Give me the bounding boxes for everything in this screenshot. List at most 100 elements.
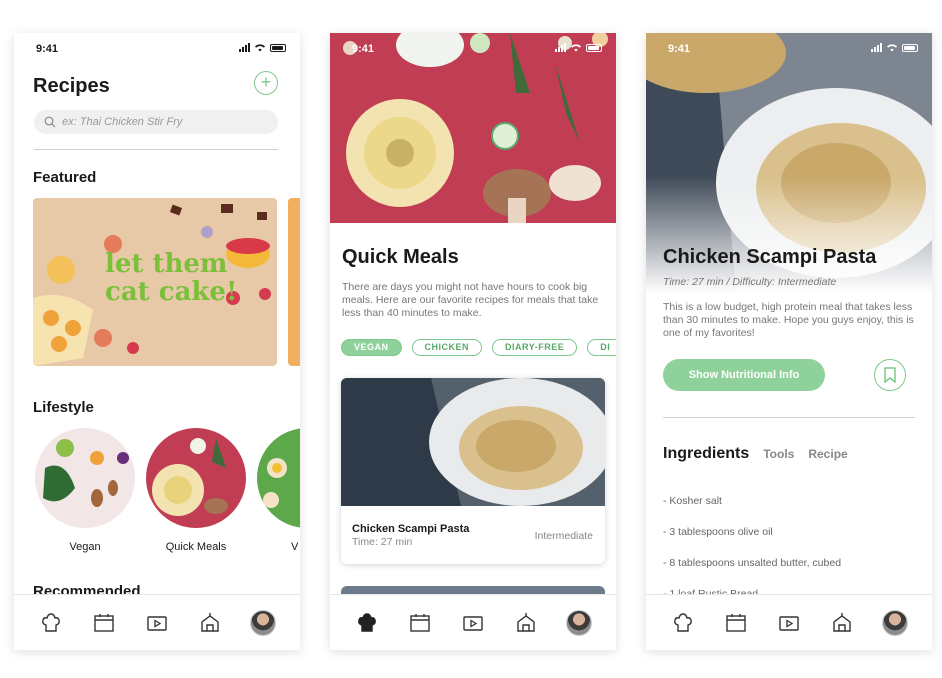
- chip-partial[interactable]: DI: [587, 339, 616, 356]
- tab-recipes[interactable]: [669, 609, 697, 637]
- chip-vegan[interactable]: VEGAN: [341, 339, 402, 356]
- tab-ingredients[interactable]: Ingredients: [663, 445, 749, 463]
- recipe-card-title: Chicken Scampi Pasta: [352, 523, 470, 535]
- recipe-title: Chicken Scampi Pasta: [663, 246, 877, 268]
- recipe-detail-screen: 9:41 Chicken Scampi Pasta Time: 27 min /…: [646, 33, 932, 650]
- lifestyle-quick-meals-image[interactable]: [146, 428, 246, 528]
- chip-chicken[interactable]: CHICKEN: [411, 339, 483, 356]
- search-input[interactable]: [62, 116, 262, 128]
- video-icon: [147, 615, 167, 631]
- tab-videos[interactable]: [459, 609, 487, 637]
- page-title: Recipes: [33, 75, 110, 97]
- tab-bar: [646, 594, 932, 650]
- tab-recipes[interactable]: [353, 609, 381, 637]
- add-recipe-button[interactable]: +: [254, 71, 278, 95]
- chef-hat-icon: [673, 612, 692, 632]
- signal-icon: [871, 43, 882, 52]
- tab-market[interactable]: [828, 609, 856, 637]
- tab-bar: [330, 594, 616, 650]
- recipes-screen: 9:41 Recipes + Featured let themcat cake…: [14, 33, 300, 650]
- tab-profile[interactable]: [565, 609, 593, 637]
- page-description: There are days you might not have hours …: [342, 281, 599, 319]
- video-icon: [463, 615, 483, 631]
- wifi-icon: [571, 44, 581, 52]
- bookmark-button[interactable]: [874, 359, 906, 391]
- avatar: [882, 609, 909, 636]
- avatar: [566, 609, 593, 636]
- bookmark-icon: [884, 367, 896, 383]
- status-time: 9:41: [668, 43, 691, 55]
- video-icon: [779, 615, 799, 631]
- recipe-card-time: Time: 27 min: [352, 536, 413, 548]
- tab-market[interactable]: [512, 609, 540, 637]
- filter-chips: VEGAN CHICKEN DIARY-FREE DI: [341, 339, 616, 356]
- headline-line-2: cat cake!: [105, 277, 238, 307]
- status-time: 9:41: [352, 43, 375, 55]
- tab-market[interactable]: [196, 609, 224, 637]
- featured-card[interactable]: let them cat cake!: [33, 198, 277, 366]
- tab-calendar[interactable]: [90, 609, 118, 637]
- tab-tools[interactable]: Tools: [763, 447, 794, 461]
- featured-card-next[interactable]: [288, 198, 300, 366]
- ingredient-item: - 8 tablespoons unsalted butter, cubed: [663, 557, 842, 569]
- search-icon: [44, 116, 56, 128]
- headline-line-1: let them: [105, 249, 228, 279]
- status-bar: 9:41: [14, 33, 300, 63]
- battery-icon: [586, 43, 602, 52]
- tab-profile[interactable]: [881, 609, 909, 637]
- battery-icon: [270, 43, 286, 52]
- featured-heading: Featured: [33, 169, 97, 186]
- third-illustration: [263, 458, 287, 508]
- status-time: 9:41: [36, 43, 59, 55]
- recipe-card-difficulty: Intermediate: [534, 530, 593, 542]
- wifi-icon: [255, 44, 265, 52]
- page-title: Quick Meals: [342, 246, 459, 268]
- search-bar[interactable]: [34, 110, 278, 134]
- lifestyle-label-quick-meals: Quick Meals: [165, 541, 227, 553]
- status-bar: 9:41: [330, 33, 616, 63]
- tab-recipes[interactable]: [37, 609, 65, 637]
- chef-hat-icon: [357, 612, 376, 632]
- quick-meals-screen: 9:41 Quick Meals There are days you migh…: [330, 33, 616, 650]
- status-icons: [555, 43, 602, 52]
- tab-videos[interactable]: [775, 609, 803, 637]
- tab-calendar[interactable]: [722, 609, 750, 637]
- divider: [663, 417, 915, 418]
- market-icon: [517, 612, 535, 632]
- recipe-meta: Time: 27 min / Difficulty: Intermediate: [663, 276, 837, 288]
- plus-icon: +: [260, 72, 272, 92]
- market-icon: [833, 612, 851, 632]
- tab-bar: [14, 594, 300, 650]
- featured-headline: let them cat cake!: [105, 250, 237, 306]
- vegan-illustration: [43, 439, 129, 507]
- recipe-description: This is a low budget, high protein meal …: [663, 301, 914, 339]
- lifestyle-third-image[interactable]: [257, 428, 300, 528]
- ingredient-item: - 3 tablespoons olive oil: [663, 526, 773, 538]
- wifi-icon: [887, 44, 897, 52]
- battery-icon: [902, 43, 918, 52]
- calendar-icon: [410, 613, 430, 632]
- lifestyle-label-third: V: [291, 541, 299, 553]
- lifestyle-vegan-image[interactable]: [35, 428, 135, 528]
- tab-videos[interactable]: [143, 609, 171, 637]
- recipe-card-image: [341, 378, 605, 506]
- ingredient-item: - Kosher salt: [663, 495, 722, 507]
- recipe-card[interactable]: Chicken Scampi Pasta Time: 27 min Interm…: [341, 378, 605, 564]
- status-icons: [871, 43, 918, 52]
- tab-profile[interactable]: [249, 609, 277, 637]
- signal-icon: [555, 43, 566, 52]
- tab-recipe[interactable]: Recipe: [808, 447, 847, 461]
- recipe-tabs: Ingredients Tools Recipe: [663, 445, 848, 463]
- signal-icon: [239, 43, 250, 52]
- chip-dairy-free[interactable]: DIARY-FREE: [492, 339, 578, 356]
- calendar-icon: [94, 613, 114, 632]
- pasta-photo: [341, 378, 605, 506]
- chef-hat-icon: [41, 612, 60, 632]
- market-icon: [201, 612, 219, 632]
- avatar: [250, 609, 277, 636]
- status-bar: 9:41: [646, 33, 932, 63]
- lifestyle-label-vegan: Vegan: [69, 541, 101, 553]
- show-nutritional-info-button[interactable]: Show Nutritional Info: [663, 359, 825, 391]
- calendar-icon: [726, 613, 746, 632]
- tab-calendar[interactable]: [406, 609, 434, 637]
